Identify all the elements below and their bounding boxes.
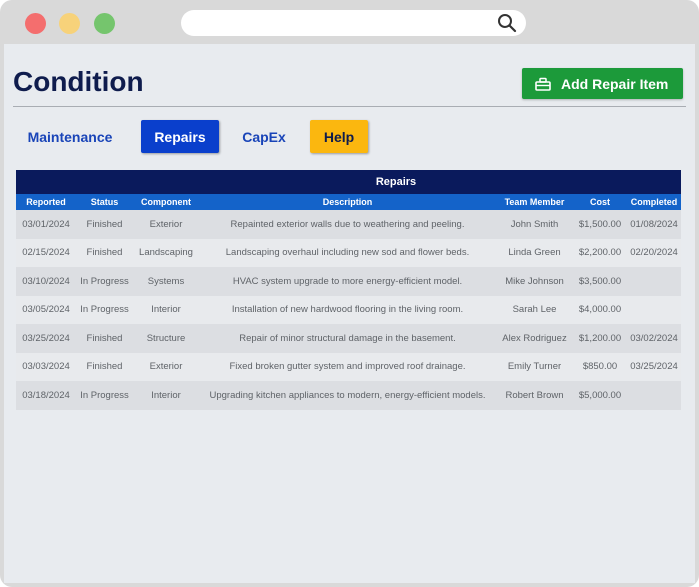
cell-status: In Progress [76,381,133,410]
cell-description: Upgrading kitchen appliances to modern, … [199,381,496,410]
cell-status: In Progress [76,295,133,324]
cell-reported: 03/18/2024 [16,381,76,410]
cell-status: Finished [76,352,133,381]
table-row[interactable]: 03/10/2024 In Progress Systems HVAC syst… [16,267,681,296]
cell-team-member: John Smith [496,210,573,239]
cell-cost: $3,500.00 [573,267,627,296]
tab-capex[interactable]: CapEx [234,120,294,153]
close-window-button[interactable] [25,13,46,34]
cell-cost: $1,500.00 [573,210,627,239]
maximize-window-button[interactable] [94,13,115,34]
cell-component: Systems [133,267,199,296]
cell-component: Interior [133,381,199,410]
title-bar [0,0,699,44]
header-divider [13,106,686,107]
column-header-reported[interactable]: Reported [16,194,76,210]
help-button[interactable]: Help [310,120,368,153]
cell-reported: 03/10/2024 [16,267,76,296]
cell-component: Structure [133,324,199,353]
add-repair-item-button[interactable]: Add Repair Item [522,68,683,99]
cell-status: Finished [76,324,133,353]
cell-team-member: Robert Brown [496,381,573,410]
cell-component: Interior [133,295,199,324]
column-header-completed[interactable]: Completed [627,194,681,210]
toolbox-icon [535,77,551,91]
table-row[interactable]: 03/01/2024 Finished Exterior Repainted e… [16,210,681,239]
cell-team-member: Emily Turner [496,352,573,381]
browser-window: Condition Add Repair Item Maintenance Re… [0,0,699,587]
cell-completed [627,267,681,296]
cell-description: Repair of minor structural damage in the… [199,324,496,353]
column-header-cost[interactable]: Cost [573,194,627,210]
table-row[interactable]: 02/15/2024 Finished Landscaping Landscap… [16,238,681,267]
tab-maintenance[interactable]: Maintenance [18,120,122,153]
cell-cost: $5,000.00 [573,381,627,410]
table-title: Repairs [16,170,681,194]
cell-cost: $4,000.00 [573,295,627,324]
cell-team-member: Mike Johnson [496,267,573,296]
repairs-table: Repairs Reported Status Component Descri… [16,170,681,410]
cell-team-member: Alex Rodriguez [496,324,573,353]
column-header-team-member[interactable]: Team Member [496,194,573,210]
cell-completed: 03/02/2024 [627,324,681,353]
cell-completed [627,295,681,324]
column-header-status[interactable]: Status [76,194,133,210]
cell-component: Exterior [133,210,199,239]
add-repair-item-label: Add Repair Item [561,75,669,92]
cell-reported: 03/25/2024 [16,324,76,353]
cell-reported: 02/15/2024 [16,238,76,267]
cell-cost: $1,200.00 [573,324,627,353]
table-row[interactable]: 03/05/2024 In Progress Interior Installa… [16,295,681,324]
repairs-grid: Reported Status Component Description Te… [16,194,681,410]
cell-completed: 02/20/2024 [627,238,681,267]
column-header-component[interactable]: Component [133,194,199,210]
cell-reported: 03/05/2024 [16,295,76,324]
cell-description: Landscaping overhaul including new sod a… [199,238,496,267]
cell-reported: 03/01/2024 [16,210,76,239]
cell-description: Fixed broken gutter system and improved … [199,352,496,381]
cell-description: Repainted exterior walls due to weatheri… [199,210,496,239]
cell-completed: 01/08/2024 [627,210,681,239]
tab-bar: Maintenance Repairs CapEx Help [4,120,695,153]
cell-status: Finished [76,210,133,239]
cell-status: In Progress [76,267,133,296]
cell-team-member: Linda Green [496,238,573,267]
search-icon[interactable] [497,13,517,33]
cell-completed: 03/25/2024 [627,352,681,381]
table-row[interactable]: 03/03/2024 Finished Exterior Fixed broke… [16,352,681,381]
page-title: Condition [13,66,144,97]
cell-cost: $2,200.00 [573,238,627,267]
cell-cost: $850.00 [573,352,627,381]
cell-description: HVAC system upgrade to more energy-effic… [199,267,496,296]
cell-completed [627,381,681,410]
cell-team-member: Sarah Lee [496,295,573,324]
cell-component: Landscaping [133,238,199,267]
address-bar[interactable] [181,10,526,36]
column-header-description[interactable]: Description [199,194,496,210]
table-header-row: Reported Status Component Description Te… [16,194,681,210]
cell-component: Exterior [133,352,199,381]
cell-status: Finished [76,238,133,267]
table-row[interactable]: 03/25/2024 Finished Structure Repair of … [16,324,681,353]
app-content: Condition Add Repair Item Maintenance Re… [4,44,695,583]
cell-description: Installation of new hardwood flooring in… [199,295,496,324]
table-row[interactable]: 03/18/2024 In Progress Interior Upgradin… [16,381,681,410]
tab-repairs[interactable]: Repairs [141,120,219,153]
cell-reported: 03/03/2024 [16,352,76,381]
minimize-window-button[interactable] [59,13,80,34]
